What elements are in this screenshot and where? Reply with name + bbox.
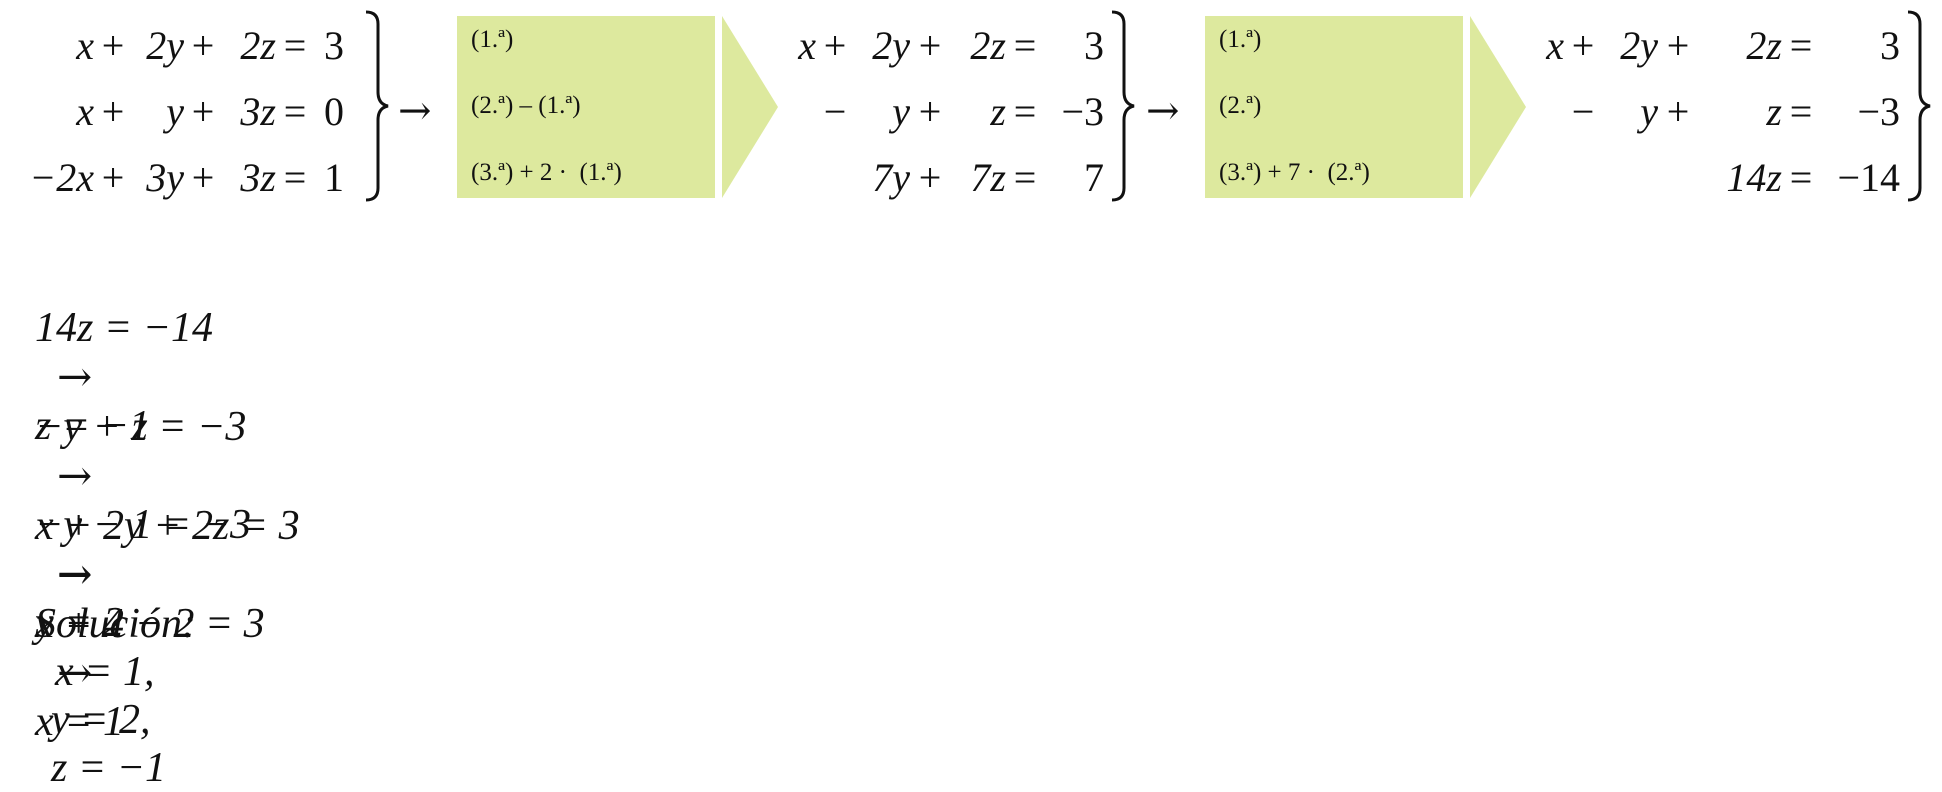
solution: Solución: x = 1, y = 2, z = −1 <box>14 552 196 792</box>
term: 3y <box>146 154 184 200</box>
system-1-row-3: −2x + 3y + 3z = 1 <box>14 144 344 210</box>
row-operation: (1.ª) <box>1219 26 1262 53</box>
op: + <box>918 22 942 68</box>
brace-3 <box>1907 10 1931 202</box>
op: + <box>101 22 125 68</box>
row-operations-box-2: (1.ª) (2.ª) (3.ª) + 7 · (2.ª) <box>1205 16 1463 198</box>
solution-x: x = 1, <box>55 649 155 695</box>
row-operation: (2.ª) – (1.ª) <box>471 92 581 119</box>
row-operation: (3.ª) + 2 · (1.ª) <box>471 159 622 186</box>
equals: = <box>283 22 307 68</box>
rhs: −14 <box>1837 154 1900 200</box>
system-3-row-2: − y + z = −3 <box>1518 78 1900 144</box>
system-3-row-1: x + 2y + 2z = 3 <box>1518 12 1900 78</box>
term: 7z <box>970 154 1006 200</box>
rhs: 3 <box>324 22 344 68</box>
equals: = <box>1789 88 1813 134</box>
term: 2z <box>1746 22 1782 68</box>
op: + <box>191 22 215 68</box>
term: y <box>166 88 184 134</box>
rhs: 0 <box>324 88 344 134</box>
op: + <box>823 22 847 68</box>
row-operations-box-1: (1.ª) (2.ª) – (1.ª) (3.ª) + 2 · (1.ª) <box>457 16 715 198</box>
term: x <box>798 22 816 68</box>
equation: x + 2y + 2z = 3 <box>35 503 300 549</box>
term: y <box>892 88 910 134</box>
term: 3z <box>240 88 276 134</box>
rhs: 3 <box>1084 22 1104 68</box>
system-1-row-1: x + 2y + 2z = 3 <box>14 12 344 78</box>
equals: = <box>1013 88 1037 134</box>
row-operation: (2.ª) <box>1219 92 1262 119</box>
system-3-row-3: 14z = −14 <box>1518 144 1900 210</box>
op: − <box>1571 88 1595 134</box>
brace-1 <box>365 10 389 202</box>
term: z <box>1766 88 1782 134</box>
op: + <box>918 154 942 200</box>
term: z <box>990 88 1006 134</box>
arrow-1: → <box>398 88 432 134</box>
equals: = <box>1789 22 1813 68</box>
equals: = <box>1013 154 1037 200</box>
rhs: 1 <box>324 154 344 200</box>
rhs: 3 <box>1880 22 1900 68</box>
system-2-row-3: 7y + 7z = 7 <box>770 144 1104 210</box>
term: 2y <box>872 22 910 68</box>
term: 2z <box>970 22 1006 68</box>
equation: 14z = −14 <box>35 305 214 351</box>
op: + <box>101 154 125 200</box>
op: + <box>1666 88 1690 134</box>
row-operation: (3.ª) + 7 · (2.ª) <box>1219 159 1370 186</box>
term: x <box>1546 22 1564 68</box>
rhs: −3 <box>1061 88 1104 134</box>
arrow-2: → <box>1146 88 1180 134</box>
equation: −y + z = −3 <box>35 404 247 450</box>
term: x <box>76 88 94 134</box>
solution-label: Solución: <box>35 601 196 647</box>
system-1-row-2: x + y + 3z = 0 <box>14 78 344 144</box>
term: 2y <box>146 22 184 68</box>
equals: = <box>1789 154 1813 200</box>
term: y <box>1640 88 1658 134</box>
op: + <box>191 154 215 200</box>
term: x <box>76 22 94 68</box>
solution-y: y = 2, <box>51 697 151 743</box>
term: 2y <box>1620 22 1658 68</box>
term: 7y <box>872 154 910 200</box>
rhs: −3 <box>1857 88 1900 134</box>
op: + <box>918 88 942 134</box>
op: + <box>191 88 215 134</box>
term: −2x <box>29 154 94 200</box>
system-2-row-2: − y + z = −3 <box>770 78 1104 144</box>
term: 2z <box>240 22 276 68</box>
op: − <box>823 88 847 134</box>
op: + <box>101 88 125 134</box>
brace-2 <box>1111 10 1135 202</box>
equals: = <box>283 88 307 134</box>
equals: = <box>1013 22 1037 68</box>
row-operation: (1.ª) <box>471 26 514 53</box>
op: + <box>1571 22 1595 68</box>
solution-z: z = −1 <box>51 745 167 791</box>
system-2-row-1: x + 2y + 2z = 3 <box>770 12 1104 78</box>
equals: = <box>283 154 307 200</box>
op: + <box>1666 22 1690 68</box>
rhs: 7 <box>1084 154 1104 200</box>
term: 14z <box>1726 154 1782 200</box>
term: 3z <box>240 154 276 200</box>
